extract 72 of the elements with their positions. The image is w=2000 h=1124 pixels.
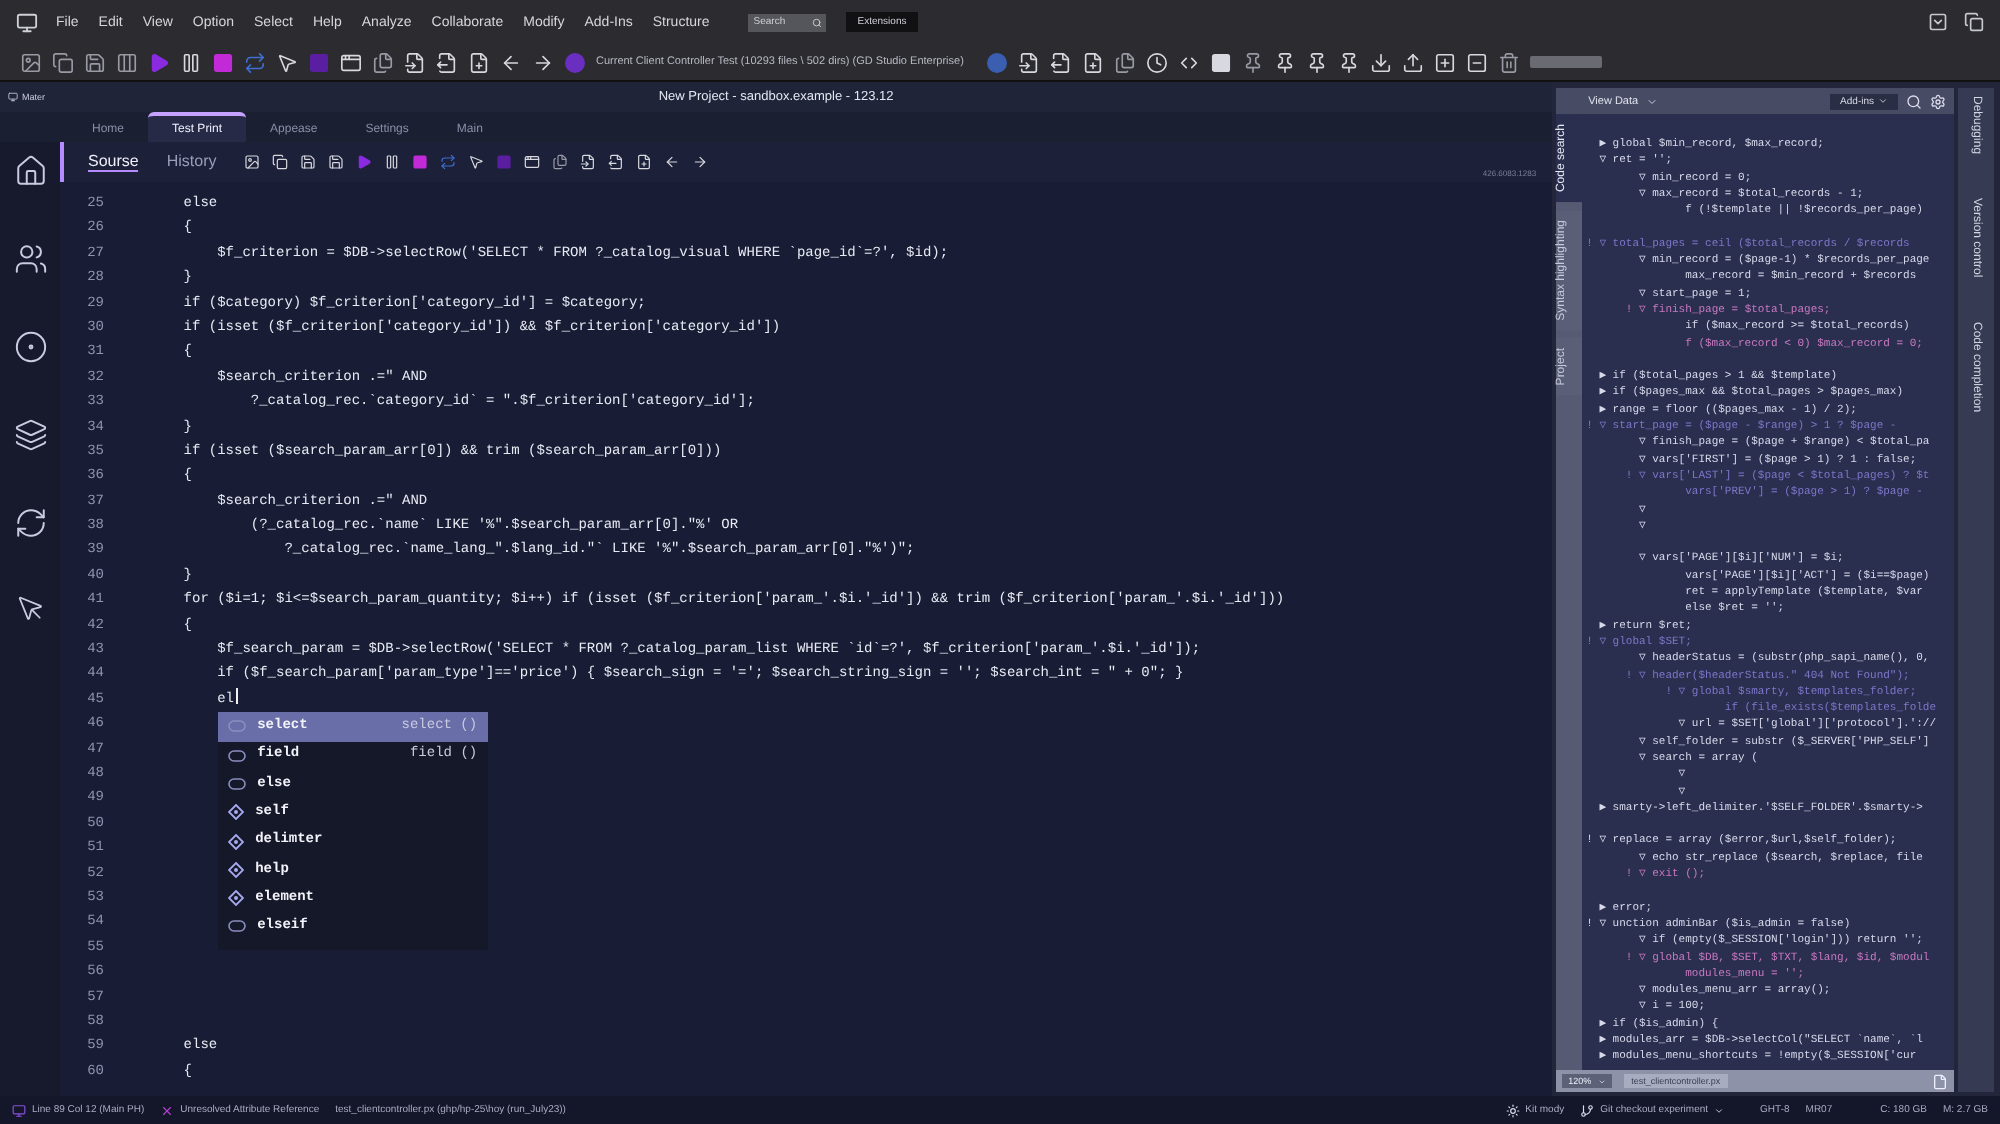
file-export-icon[interactable] bbox=[608, 154, 625, 170]
save-icon[interactable] bbox=[84, 51, 106, 73]
minus-square-icon[interactable] bbox=[1465, 51, 1488, 73]
dropdown-icon[interactable] bbox=[1928, 12, 1948, 32]
pause-icon[interactable] bbox=[384, 154, 401, 170]
repeat-icon[interactable] bbox=[440, 154, 457, 170]
search-icon[interactable] bbox=[1906, 93, 1922, 109]
dot-icon[interactable] bbox=[985, 51, 1008, 73]
dot-icon[interactable] bbox=[564, 51, 586, 73]
caret-icon[interactable] bbox=[1646, 95, 1659, 107]
monitor-icon bbox=[8, 92, 18, 102]
arrow-right-icon[interactable] bbox=[692, 154, 709, 170]
upload-icon[interactable] bbox=[1401, 51, 1424, 73]
pointer-icon[interactable] bbox=[276, 51, 298, 73]
view-tab[interactable]: History bbox=[166, 152, 217, 172]
window-icon[interactable] bbox=[524, 154, 541, 170]
pause-icon[interactable] bbox=[180, 51, 202, 73]
caret-icon bbox=[1878, 96, 1888, 106]
repeat-icon[interactable] bbox=[244, 51, 266, 73]
refresh-icon[interactable] bbox=[13, 506, 47, 540]
bracket-icon bbox=[227, 920, 246, 933]
clock-icon[interactable] bbox=[1145, 51, 1168, 73]
files-icon[interactable] bbox=[1113, 51, 1136, 73]
download-icon[interactable] bbox=[1369, 51, 1392, 73]
image-icon[interactable] bbox=[20, 51, 42, 73]
trash-icon[interactable] bbox=[1497, 51, 1520, 73]
arrow-left-icon[interactable] bbox=[664, 154, 681, 170]
file-export-icon[interactable] bbox=[436, 51, 458, 73]
pointer-icon[interactable] bbox=[468, 154, 485, 170]
file-plus-icon[interactable] bbox=[636, 154, 653, 170]
plus-square-icon[interactable] bbox=[1433, 51, 1456, 73]
arrow-left-icon[interactable] bbox=[500, 51, 522, 73]
file-plus-icon[interactable] bbox=[1081, 51, 1104, 73]
app-icon bbox=[16, 11, 38, 33]
files-icon[interactable] bbox=[372, 51, 394, 73]
branch-icon bbox=[1580, 1103, 1595, 1117]
file-import-icon[interactable] bbox=[580, 154, 597, 170]
people-icon[interactable] bbox=[13, 242, 47, 276]
file-import-icon[interactable] bbox=[1017, 51, 1040, 73]
file-export-icon[interactable] bbox=[1049, 51, 1072, 73]
file-import-icon[interactable] bbox=[404, 51, 426, 73]
view-tab[interactable]: Sourse bbox=[88, 152, 139, 172]
diamond-icon bbox=[227, 861, 244, 878]
pin-icon[interactable] bbox=[1241, 51, 1264, 73]
target-icon[interactable] bbox=[13, 330, 47, 364]
pin-icon[interactable] bbox=[1305, 51, 1328, 73]
pointer-icon[interactable] bbox=[15, 594, 45, 624]
layers-icon[interactable] bbox=[13, 418, 47, 452]
arrow-right-icon[interactable] bbox=[532, 51, 554, 73]
sun-icon bbox=[1505, 1103, 1520, 1117]
file-plus-icon[interactable] bbox=[468, 51, 490, 73]
copy-icon[interactable] bbox=[52, 51, 74, 73]
close-icon bbox=[160, 1103, 175, 1117]
diamond-icon bbox=[227, 833, 244, 850]
settings-icon[interactable] bbox=[1930, 93, 1946, 109]
window-icon[interactable] bbox=[340, 51, 362, 73]
columns-icon[interactable] bbox=[116, 51, 138, 73]
app-icon bbox=[12, 1103, 26, 1117]
document-icon[interactable] bbox=[1932, 1073, 1948, 1089]
diamond-icon bbox=[227, 890, 244, 907]
pin-icon[interactable] bbox=[1273, 51, 1296, 73]
diamond-icon bbox=[227, 804, 244, 821]
windows-icon[interactable] bbox=[1964, 12, 1984, 32]
stop-icon[interactable] bbox=[212, 51, 234, 73]
pin-icon[interactable] bbox=[1337, 51, 1360, 73]
play-icon[interactable] bbox=[356, 154, 373, 170]
stop-icon[interactable] bbox=[412, 154, 429, 170]
files-icon[interactable] bbox=[552, 154, 569, 170]
copy-icon[interactable] bbox=[272, 154, 289, 170]
caret-icon[interactable] bbox=[1714, 1105, 1725, 1115]
home-icon[interactable] bbox=[13, 154, 47, 188]
search-icon[interactable] bbox=[811, 17, 822, 27]
